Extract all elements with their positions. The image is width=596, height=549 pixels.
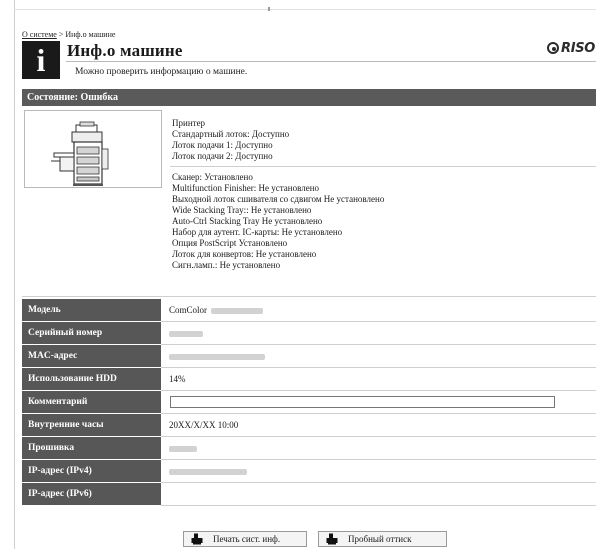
option-status-line: Wide Stacking Tray:: Не установлено [172, 205, 312, 215]
breadcrumb-root-link[interactable]: О системе [22, 30, 57, 39]
printer-status-line: Лоток подачи 1: Доступно [172, 140, 273, 150]
option-status-line: Опция PostScript Установлено [172, 238, 288, 248]
ipv6-value [161, 482, 596, 506]
page-frame-left [14, 0, 15, 549]
machine-info-table: Модель ComColor Серийный номер MAC-адрес… [22, 299, 596, 506]
serial-value-redacted [169, 330, 203, 337]
logo-mark-icon [547, 42, 559, 54]
firmware-label: Прошивка [22, 436, 161, 460]
comment-field[interactable] [170, 396, 555, 408]
printer-status-line: Стандартный лоток: Доступно [172, 129, 290, 139]
logo-text: RISO [561, 40, 596, 56]
table-row-serial: Серийный номер [22, 321, 596, 345]
model-value-text: ComColor [169, 305, 208, 315]
mac-value [161, 344, 596, 368]
option-status-line: Auto-Ctrl Stacking Tray Не установлено [172, 216, 323, 226]
clock-value: 20XX/X/XX 10:00 [161, 413, 596, 437]
option-status-line: Сигн.ламп.: Не установлено [172, 260, 281, 270]
status-bar: Состояние: Ошибка [22, 89, 596, 106]
model-value: ComColor [161, 299, 596, 322]
ipv4-value [161, 459, 596, 483]
option-status-line: Набор для аутент. IC-карты: Не установле… [172, 227, 343, 237]
table-row-comment: Комментарий [22, 390, 596, 414]
page-subtitle: Можно проверить информацию о машине. [75, 67, 248, 77]
print-system-info-button[interactable]: Печать сист. инф. [183, 531, 307, 547]
option-status-line: Лоток для конвертов: Не установлено [172, 249, 317, 259]
print-system-info-label: Печать сист. инф. [213, 534, 281, 544]
printer-icon [191, 533, 203, 545]
breadcrumb-separator: > [58, 30, 64, 39]
serial-label: Серийный номер [22, 321, 161, 345]
info-icon: i [22, 41, 60, 79]
device-image [24, 110, 162, 188]
title-divider [66, 61, 596, 62]
mac-value-redacted [169, 353, 265, 360]
model-label: Модель [22, 299, 161, 322]
printer-status-line: Лоток подачи 2: Доступно [172, 151, 273, 161]
page-frame-top [14, 9, 596, 10]
option-status-line: Multifunction Finisher: Не установлено [172, 183, 320, 193]
table-row-hdd: Использование HDD 14% [22, 367, 596, 391]
firmware-value-redacted [169, 445, 197, 452]
comment-cell [161, 390, 596, 414]
table-row-mac: MAC-адрес [22, 344, 596, 368]
breadcrumb: О системе > Инф.о машине [22, 30, 115, 39]
hdd-label: Использование HDD [22, 367, 161, 391]
status-label: Состояние: Ошибка [27, 92, 119, 103]
table-row-clock: Внутренние часы 20XX/X/XX 10:00 [22, 413, 596, 437]
hdd-value: 14% [161, 367, 596, 391]
model-value-redacted [211, 307, 264, 314]
ipv6-label: IP-адрес (IPv6) [22, 482, 161, 506]
table-row-ipv6: IP-адрес (IPv6) [22, 482, 596, 506]
mac-label: MAC-адрес [22, 344, 161, 368]
page-title: Инф.о машине [67, 41, 183, 60]
breadcrumb-current: Инф.о машине [65, 30, 116, 39]
test-print-button[interactable]: Пробный оттиск [318, 531, 447, 547]
option-status-line: Сканер: Установлено [172, 172, 253, 182]
serial-value [161, 321, 596, 345]
table-row-ipv4: IP-адрес (IPv4) [22, 459, 596, 483]
option-status-list: Сканер: Установлено Multifunction Finishe… [172, 172, 384, 271]
printer-icon [326, 533, 338, 545]
table-row-firmware: Прошивка [22, 436, 596, 460]
printer-illustration [51, 121, 109, 186]
status-separator [170, 166, 596, 167]
firmware-value [161, 436, 596, 460]
ipv4-value-redacted [169, 468, 247, 475]
option-status-line: Выходной лоток сшивателя со сдвигом Не у… [172, 194, 385, 204]
ipv4-label: IP-адрес (IPv4) [22, 459, 161, 483]
clock-label: Внутренние часы [22, 413, 161, 437]
top-marker [268, 7, 270, 11]
device-status-panel: Принтер Стандартный лоток: Доступно Лоток … [22, 106, 596, 297]
riso-logo: RISO [547, 40, 596, 56]
action-buttons: Печать сист. инф. Пробный оттиск [183, 531, 447, 547]
test-print-label: Пробный оттиск [348, 534, 412, 544]
comment-label: Комментарий [22, 390, 161, 414]
printer-status-list: Принтер Стандартный лоток: Доступно Лоток … [172, 118, 289, 162]
table-row-model: Модель ComColor [22, 299, 596, 322]
printer-status-line: Принтер [172, 118, 206, 128]
